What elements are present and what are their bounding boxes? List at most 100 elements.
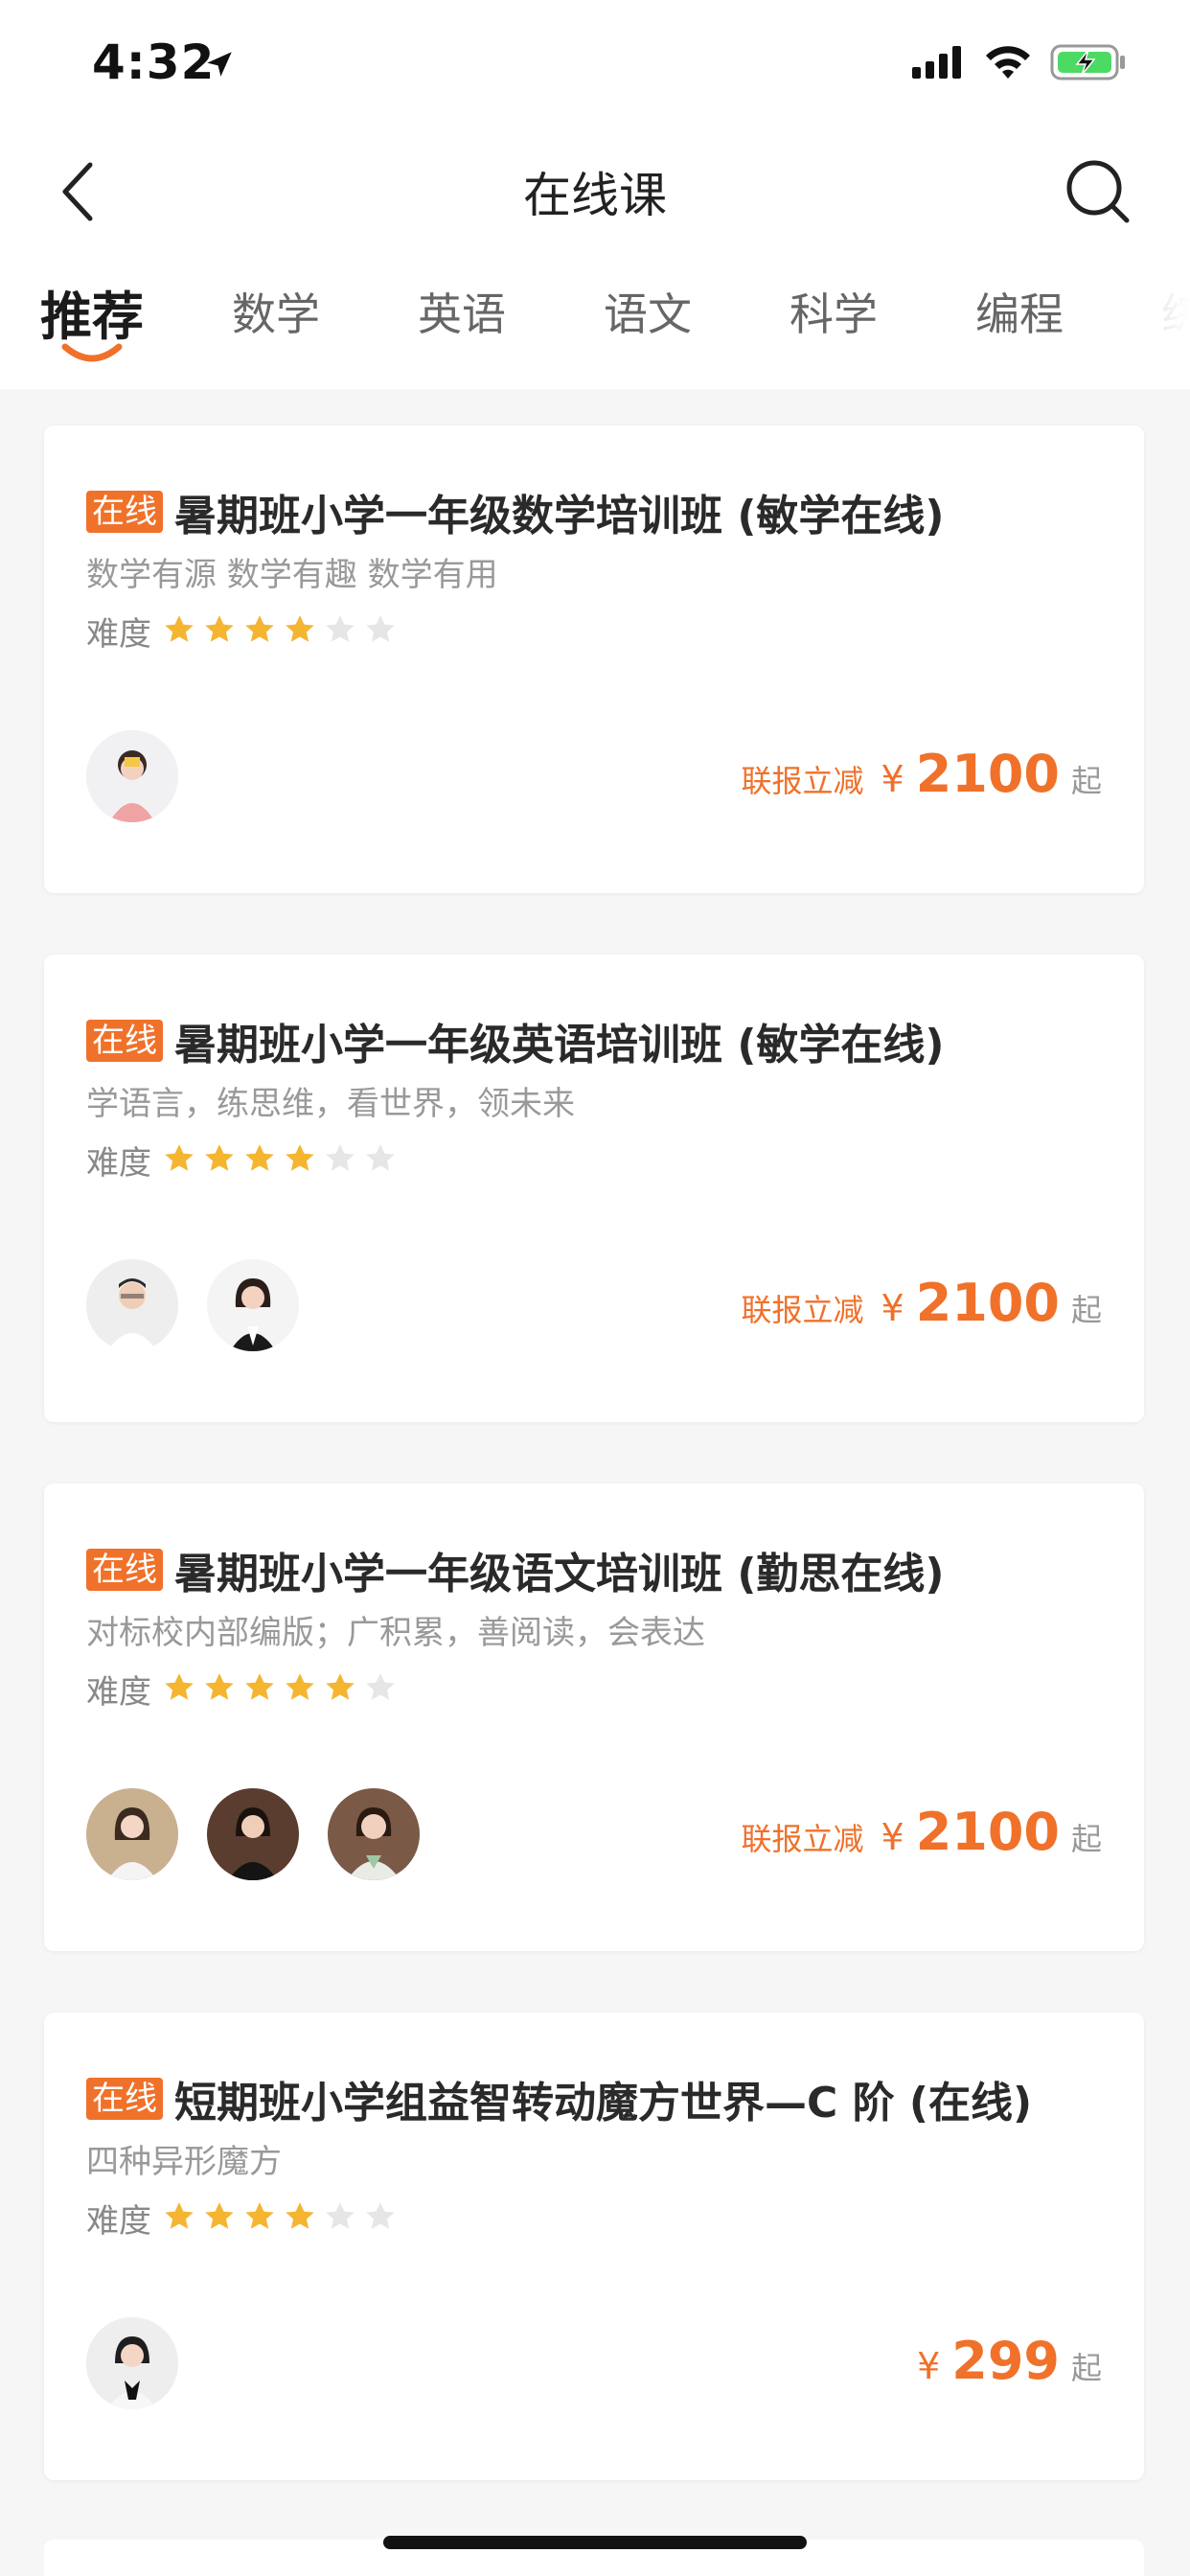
wifi-icon (986, 46, 1030, 79)
nav-bar: 在线课 (0, 130, 1190, 253)
discount-label: 联报立减 (741, 1821, 864, 1857)
price-suffix: 起 (1070, 1292, 1102, 1328)
tab-programming[interactable]: 编程 (975, 280, 1064, 343)
course-price: 2100 (915, 1802, 1060, 1862)
difficulty-label: 难度 (86, 2202, 151, 2241)
course-title: 暑期班小学一年级英语培训班 (敏学在线) (174, 1021, 945, 1070)
star-empty-icon (366, 1143, 395, 1171)
star-filled-icon (205, 1143, 234, 1171)
star-empty-icon (366, 2201, 395, 2229)
course-price: 2100 (915, 744, 1060, 804)
course-title: 短期班小学组益智转动魔方世界—C 阶 (在线) (174, 2079, 1033, 2128)
price-row: 联报立减 ¥ 2100 起 (741, 744, 1102, 804)
star-filled-icon (165, 2201, 194, 2229)
star-rating (163, 613, 404, 650)
star-filled-icon (245, 1143, 274, 1171)
online-tag: 在线 (86, 1020, 163, 1062)
star-filled-icon (326, 1672, 355, 1700)
tab-recommended[interactable]: 推荐 (40, 274, 144, 350)
difficulty-label: 难度 (86, 1144, 151, 1183)
avatar[interactable] (86, 1259, 178, 1351)
tab-comprehensive[interactable]: 综 (1161, 280, 1190, 343)
card-title-row: 在线 暑期班小学一年级数学培训班 (敏学在线) (86, 481, 945, 542)
star-empty-icon (366, 1672, 395, 1700)
star-filled-icon (205, 2201, 234, 2229)
page-title: 在线课 (523, 168, 667, 223)
avatar[interactable] (86, 2317, 178, 2409)
tab-english[interactable]: 英语 (418, 280, 506, 343)
star-empty-icon (366, 614, 395, 642)
app-root: 4:32 在线课 推荐 数学 英语 语文 科学 编程 综 在线 暑期班小学一年级… (0, 0, 1190, 2576)
category-tab-bar: 推荐 数学 英语 语文 科学 编程 综 (0, 253, 1190, 389)
currency-symbol: ¥ (881, 1287, 904, 1329)
star-filled-icon (245, 1672, 274, 1700)
teacher-avatars (86, 1259, 328, 1351)
battery-charging-icon (1050, 44, 1125, 80)
teacher-avatars (86, 2317, 207, 2409)
status-bar: 4:32 (0, 0, 1190, 130)
star-filled-icon (286, 614, 314, 642)
status-time: 4:32 (92, 34, 216, 90)
star-filled-icon (286, 2201, 314, 2229)
avatar[interactable] (207, 1259, 299, 1351)
discount-label: 联报立减 (741, 763, 864, 799)
difficulty-rating: 难度 (86, 608, 404, 655)
course-subtitle: 对标校内部编版；广积累，善阅读，会表达 (86, 1614, 705, 1652)
price-suffix: 起 (1070, 1821, 1102, 1857)
tab-chinese[interactable]: 语文 (604, 280, 692, 343)
difficulty-label: 难度 (86, 1673, 151, 1712)
location-arrow-icon (207, 52, 232, 77)
card-title-row: 在线 暑期班小学一年级英语培训班 (敏学在线) (86, 1010, 945, 1071)
home-indicator[interactable] (383, 2536, 807, 2549)
star-rating (163, 1142, 404, 1179)
difficulty-rating: 难度 (86, 1137, 404, 1184)
star-filled-icon (286, 1672, 314, 1700)
currency-symbol: ¥ (881, 1816, 904, 1858)
online-tag: 在线 (86, 1549, 163, 1591)
star-empty-icon (326, 614, 355, 642)
online-tag: 在线 (86, 2078, 163, 2120)
course-title: 暑期班小学一年级语文培训班 (勤思在线) (174, 1550, 945, 1598)
course-subtitle: 学语言，练思维，看世界，领未来 (86, 1085, 575, 1123)
star-empty-icon (326, 2201, 355, 2229)
avatar[interactable] (328, 1788, 420, 1880)
star-empty-icon (326, 1143, 355, 1171)
star-filled-icon (165, 1143, 194, 1171)
star-filled-icon (245, 614, 274, 642)
price-row: 联报立减 ¥ 2100 起 (741, 1802, 1102, 1862)
course-card[interactable]: 在线 暑期班小学一年级英语培训班 (敏学在线) 学语言，练思维，看世界，领未来 … (44, 954, 1144, 1422)
avatar[interactable] (207, 1788, 299, 1880)
tab-math[interactable]: 数学 (232, 280, 320, 343)
active-tab-indicator (61, 343, 123, 362)
tab-science[interactable]: 科学 (790, 280, 878, 343)
search-icon (1066, 160, 1130, 223)
course-card[interactable]: 在线 暑期班小学一年级语文培训班 (勤思在线) 对标校内部编版；广积累，善阅读，… (44, 1484, 1144, 1951)
price-suffix: 起 (1070, 2350, 1102, 2386)
star-filled-icon (205, 1672, 234, 1700)
star-filled-icon (286, 1143, 314, 1171)
teacher-avatars (86, 1788, 448, 1880)
course-card[interactable]: 在线 暑期班小学一年级数学培训班 (敏学在线) 数学有源 数学有趣 数学有用 难… (44, 426, 1144, 893)
course-subtitle: 四种异形魔方 (86, 2143, 282, 2181)
avatar[interactable] (86, 1788, 178, 1880)
difficulty-rating: 难度 (86, 2195, 404, 2242)
price-suffix: 起 (1070, 763, 1102, 799)
currency-symbol: ¥ (917, 2345, 941, 2387)
cellular-signal-icon (912, 46, 961, 79)
discount-label: 联报立减 (741, 1292, 864, 1328)
course-title: 暑期班小学一年级数学培训班 (敏学在线) (174, 492, 945, 540)
star-rating (163, 1671, 404, 1708)
course-card[interactable]: 在线 短期班小学组益智转动魔方世界—C 阶 (在线) 四种异形魔方 难度 ¥ 2… (44, 2012, 1144, 2480)
card-title-row: 在线 短期班小学组益智转动魔方世界—C 阶 (在线) (86, 2068, 1032, 2129)
online-tag: 在线 (86, 491, 163, 533)
avatar[interactable] (86, 730, 178, 822)
star-rating (163, 2200, 404, 2237)
course-subtitle: 数学有源 数学有趣 数学有用 (86, 556, 498, 594)
currency-symbol: ¥ (881, 758, 904, 800)
difficulty-rating: 难度 (86, 1666, 404, 1713)
price-row: ¥ 299 起 (917, 2331, 1102, 2391)
star-filled-icon (205, 614, 234, 642)
search-button[interactable] (1058, 151, 1138, 232)
course-price: 2100 (915, 1273, 1060, 1333)
star-filled-icon (245, 2201, 274, 2229)
